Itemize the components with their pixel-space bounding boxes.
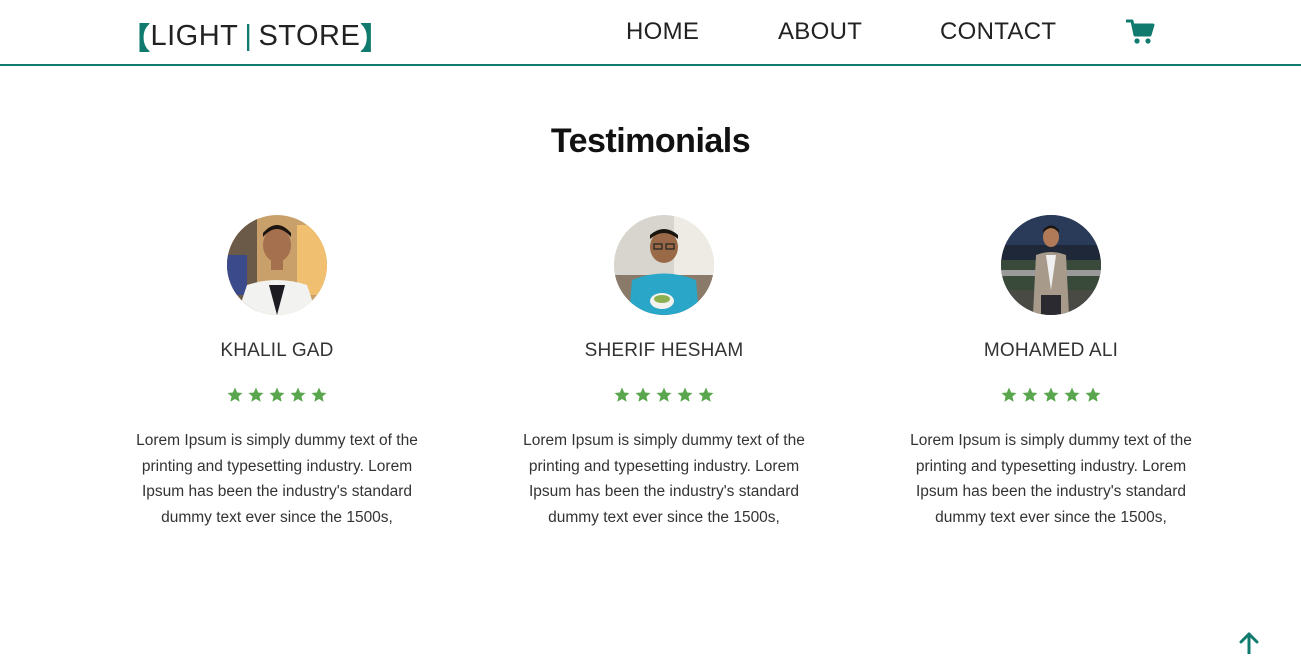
- star-icon: [227, 387, 243, 402]
- testimonial-text: Lorem Ipsum is simply dummy text of the …: [136, 432, 418, 527]
- star-icon: [1001, 387, 1017, 402]
- navbar: 【 LIGHT | STORE 】 HOME ABOUT CONTACT: [0, 0, 1301, 66]
- nav-contact-link[interactable]: CONTACT: [940, 18, 1056, 46]
- testimonial-name: KHALIL GAD: [220, 340, 334, 361]
- rating-stars: [901, 386, 1201, 406]
- star-icon: [677, 387, 693, 402]
- testimonial-text: Lorem Ipsum is simply dummy text of the …: [523, 432, 805, 527]
- rating-stars: [514, 386, 814, 406]
- star-icon: [635, 387, 651, 402]
- star-icon: [656, 387, 672, 402]
- testimonial-text: Lorem Ipsum is simply dummy text of the …: [910, 432, 1192, 527]
- testimonial-card: SHERIF HESHAM Lorem Ipsum is simply dumm…: [514, 215, 814, 531]
- star-icon: [698, 387, 714, 402]
- avatar: [227, 215, 327, 315]
- avatar: [1001, 215, 1101, 315]
- star-icon: [269, 387, 285, 402]
- testimonial-card: KHALIL GAD Lorem Ipsum is simply dummy t…: [127, 215, 427, 531]
- star-icon: [1043, 387, 1059, 402]
- star-icon: [1022, 387, 1038, 402]
- section-title: Testimonials: [550, 122, 751, 160]
- star-icon: [1085, 387, 1101, 402]
- star-icon: [614, 387, 630, 402]
- nav-home-link[interactable]: HOME: [626, 18, 699, 46]
- star-icon: [248, 387, 264, 402]
- star-icon: [1064, 387, 1080, 402]
- star-icon: [311, 387, 327, 402]
- shopping-cart-icon[interactable]: [1125, 19, 1156, 45]
- arrow-up-icon[interactable]: [1237, 632, 1261, 656]
- nav-about-link[interactable]: ABOUT: [778, 18, 862, 46]
- star-icon: [290, 387, 306, 402]
- rating-stars: [127, 386, 427, 406]
- testimonial-name: MOHAMED ALI: [983, 340, 1119, 361]
- avatar: [614, 215, 714, 315]
- testimonial-card: MOHAMED ALI Lorem Ipsum is simply dummy …: [901, 215, 1201, 531]
- nav-links: HOME ABOUT CONTACT: [0, 18, 1301, 48]
- testimonial-name: SHERIF HESHAM: [584, 340, 744, 361]
